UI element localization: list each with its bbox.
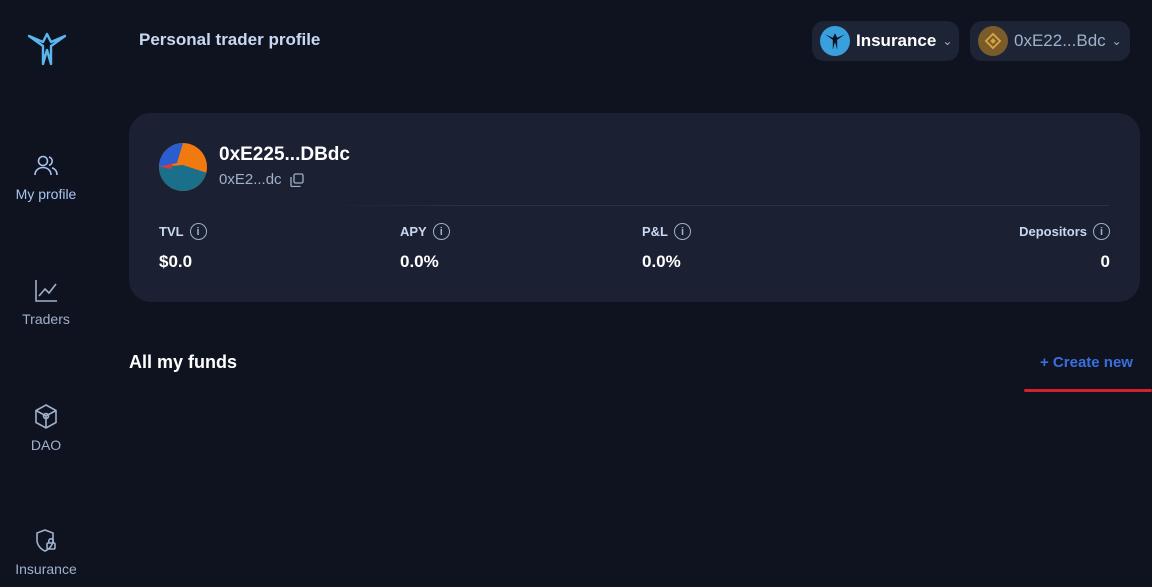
stat-value: 0.0%	[642, 252, 681, 271]
sidebar-item-traders[interactable]: Traders	[0, 277, 92, 327]
info-icon[interactable]: i	[189, 223, 207, 240]
profile-short-address: 0xE2...dc	[219, 171, 282, 188]
stat-pnl: P&L i 0.0%	[642, 223, 691, 272]
chart-line-icon	[35, 280, 57, 302]
page-title: Personal trader profile	[139, 30, 321, 49]
wallet-selector[interactable]: 0xE22...Bdc ⌄	[970, 21, 1130, 61]
profile-card: 0xE225...DBdc 0xE2...dc TVL i $0.0 APY i…	[129, 113, 1140, 302]
sidebar-item-dao[interactable]: DAO	[0, 403, 92, 453]
info-icon[interactable]: i	[1093, 223, 1110, 240]
stat-tvl: TVL i $0.0	[159, 223, 207, 272]
stat-label: APY	[400, 224, 427, 239]
profile-name: 0xE225...DBdc	[219, 144, 350, 165]
annotation-underline	[1024, 389, 1152, 392]
funds-section-title: All my funds	[129, 352, 238, 372]
sidebar: My profile Traders DAO Insurance	[0, 0, 92, 587]
stat-value: $0.0	[159, 252, 193, 271]
info-icon[interactable]: i	[432, 223, 450, 240]
chevron-down-icon: ⌄	[1111, 34, 1122, 48]
shield-lock-icon	[36, 529, 56, 552]
divider	[319, 205, 1109, 206]
sidebar-item-label: Insurance	[15, 561, 77, 577]
stat-value: 0.0%	[400, 252, 439, 271]
stat-depositors: Depositors i 0	[1019, 223, 1110, 272]
users-icon	[34, 155, 58, 176]
info-icon[interactable]: i	[674, 223, 691, 240]
stat-value: 0	[1100, 252, 1110, 271]
app-logo-icon[interactable]	[27, 30, 67, 66]
stat-apy: APY i 0.0%	[400, 223, 450, 272]
insurance-network-selector[interactable]: Insurance ⌄	[812, 21, 959, 61]
sidebar-item-my-profile[interactable]: My profile	[0, 152, 92, 202]
sidebar-item-label: Traders	[22, 311, 70, 327]
stat-label: TVL	[159, 224, 184, 239]
bnb-coin-icon	[978, 26, 1008, 56]
copy-icon[interactable]	[289, 172, 304, 187]
stat-label: P&L	[642, 224, 668, 239]
chevron-down-icon: ⌄	[942, 34, 953, 48]
sidebar-item-label: My profile	[15, 186, 77, 202]
cube-icon	[35, 404, 57, 429]
insurance-logo-icon	[820, 26, 850, 56]
avatar	[159, 143, 207, 191]
wallet-address: 0xE22...Bdc	[1014, 31, 1106, 50]
stat-label: Depositors	[1019, 224, 1087, 239]
sidebar-item-insurance[interactable]: Insurance	[0, 527, 92, 577]
insurance-label: Insurance	[856, 31, 937, 50]
create-new-fund-link[interactable]: + Create new	[1040, 354, 1133, 371]
sidebar-item-label: DAO	[30, 437, 62, 453]
profile-address-row: 0xE2...dc	[219, 171, 304, 188]
